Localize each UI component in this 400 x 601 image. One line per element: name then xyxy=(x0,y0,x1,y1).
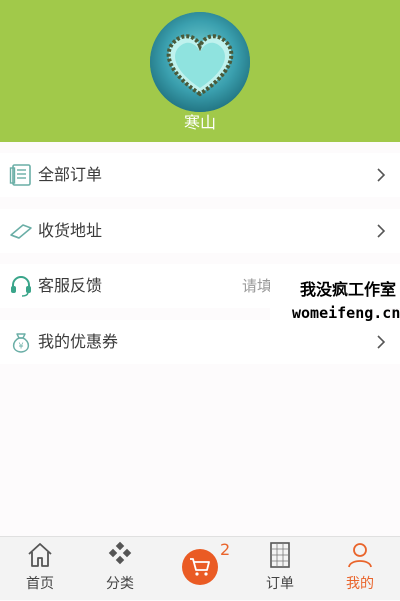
menu-item-label: 我的优惠券 xyxy=(38,332,119,351)
menu-item-label: 收货地址 xyxy=(38,221,103,240)
menu-item-label: 客服反馈 xyxy=(38,276,103,295)
heart-island-image xyxy=(150,12,250,112)
chevron-right-icon xyxy=(376,223,386,239)
headset-icon xyxy=(9,274,33,298)
watermark-url: womeifeng.cn xyxy=(292,304,400,322)
watermark-title: 我没疯工作室 xyxy=(300,280,397,299)
bottom-tab-bar: 首页 分类 2 订单 我的 xyxy=(0,536,400,600)
home-icon xyxy=(26,541,54,569)
cart-count-badge: 2 xyxy=(220,540,231,559)
avatar[interactable] xyxy=(150,12,250,112)
tab-label: 分类 xyxy=(106,576,134,592)
user-icon xyxy=(346,541,374,569)
order-grid-icon xyxy=(266,541,294,569)
orders-icon xyxy=(9,163,33,187)
address-icon xyxy=(9,219,33,243)
coupon-bag-icon: ¥ xyxy=(9,330,33,354)
category-icon xyxy=(106,541,134,569)
tab-home[interactable]: 首页 xyxy=(0,537,80,601)
tab-label: 我的 xyxy=(346,576,374,592)
username: 寒山 xyxy=(183,113,216,132)
feedback-hint: 请填 xyxy=(242,277,273,295)
watermark: 我没疯工作室 womeifeng.cn xyxy=(270,272,400,332)
svg-text:¥: ¥ xyxy=(18,342,23,351)
menu-item-label: 全部订单 xyxy=(38,165,103,184)
tab-cart[interactable]: 2 xyxy=(160,537,240,601)
menu-item-all-orders[interactable]: 全部订单 xyxy=(0,153,400,197)
tab-mine[interactable]: 我的 xyxy=(320,537,400,601)
chevron-right-icon xyxy=(376,334,386,350)
menu-item-address[interactable]: 收货地址 xyxy=(0,209,400,253)
tab-label: 首页 xyxy=(26,576,54,592)
cart-icon xyxy=(182,549,218,585)
tab-orders[interactable]: 订单 xyxy=(240,537,320,601)
profile-header: 寒山 xyxy=(0,0,400,142)
tab-category[interactable]: 分类 xyxy=(80,537,160,601)
tab-label: 订单 xyxy=(266,576,294,592)
chevron-right-icon xyxy=(376,167,386,183)
